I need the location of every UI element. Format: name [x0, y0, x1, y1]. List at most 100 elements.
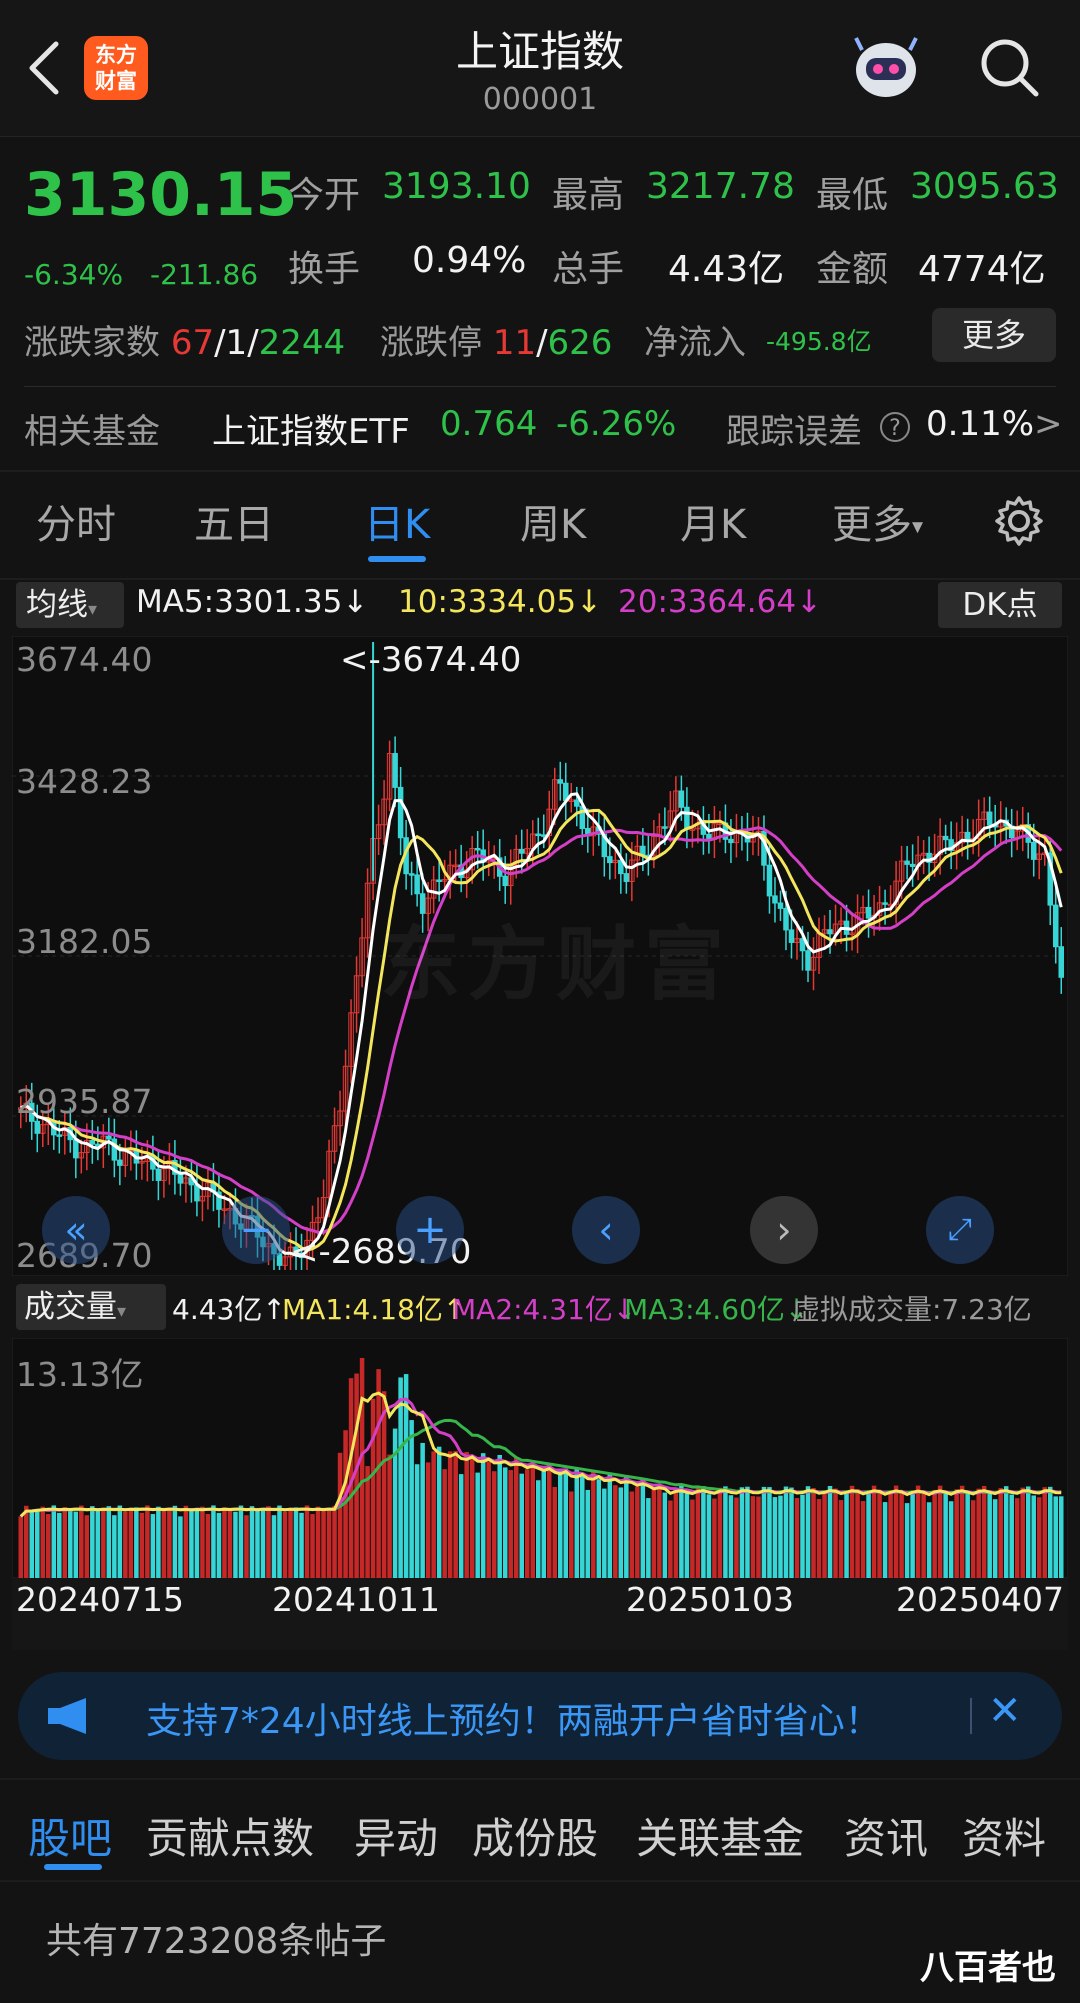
scroll-left-button[interactable]: ‹ — [572, 1196, 640, 1264]
volume-bar — [310, 1514, 315, 1578]
scroll-right-button[interactable]: › — [750, 1196, 818, 1264]
tab-constituents[interactable]: 成份股 — [472, 1805, 598, 1866]
tab-daily-k[interactable]: 日K — [364, 492, 430, 550]
tab-forum[interactable]: 股吧 — [28, 1805, 112, 1866]
tab-movement[interactable]: 异动 — [354, 1805, 438, 1866]
tab-five-day[interactable]: 五日 — [194, 492, 274, 550]
zoom-in-left-button[interactable]: − — [222, 1196, 290, 1264]
volume-bar — [139, 1512, 145, 1578]
separator: / — [214, 323, 226, 363]
more-quote-button[interactable]: 更多 — [932, 308, 1056, 362]
volume-bar — [57, 1512, 62, 1578]
tab-contribution[interactable]: 贡献点数 — [146, 1805, 314, 1866]
volume-bar — [1014, 1498, 1020, 1578]
volume-bar — [937, 1485, 943, 1578]
volume-bar — [904, 1503, 910, 1578]
volume-selector[interactable]: 成交量▾ — [16, 1284, 166, 1330]
candle — [942, 835, 949, 841]
volume-bar — [684, 1493, 690, 1578]
change-percent: -6.34% — [24, 258, 124, 291]
candle — [827, 929, 833, 935]
breadth-row: 涨跌家数 67/1/2244 — [24, 315, 345, 364]
volume-bar — [1031, 1495, 1036, 1578]
zoom-in-button[interactable]: + — [396, 1196, 464, 1264]
volume-bar — [563, 1468, 569, 1578]
tab-more[interactable]: 更多▾ — [832, 492, 923, 550]
volume-bar — [436, 1446, 442, 1578]
candle — [1030, 841, 1037, 860]
volume-bar — [161, 1508, 167, 1578]
volume-bar — [101, 1509, 106, 1578]
volume-bar — [1003, 1486, 1009, 1578]
volume-bar — [282, 1511, 288, 1578]
tab-monthly-k[interactable]: 月K — [680, 492, 746, 550]
volume-bar — [145, 1505, 150, 1578]
chevron-right-icon: › — [776, 1208, 792, 1252]
active-tab-indicator — [368, 556, 426, 562]
volume-bar — [915, 1485, 921, 1578]
volume-bar — [657, 1485, 662, 1578]
candle — [1052, 904, 1059, 948]
volume-bar — [359, 1358, 365, 1578]
tab-weekly-k[interactable]: 周K — [520, 492, 586, 550]
volume-bar — [486, 1461, 491, 1578]
candle — [964, 831, 971, 840]
candle — [766, 864, 773, 897]
volume-bar — [965, 1492, 970, 1578]
indicator-selector[interactable]: 均线▾ — [16, 582, 124, 628]
dk-point-button[interactable]: DK点 — [938, 582, 1062, 628]
volume-bar — [530, 1460, 535, 1578]
zoom-out-button[interactable]: « — [42, 1196, 110, 1264]
volume-bar — [277, 1505, 282, 1578]
fund-price: 0.764 — [440, 404, 538, 444]
volume-bar — [679, 1485, 684, 1578]
help-icon[interactable]: ? — [880, 412, 910, 442]
promo-banner[interactable]: 支持7*24小时线上预约！两融开户省时省心！ ✕ — [18, 1672, 1062, 1760]
limit-row: 涨跌停 11/626 — [380, 315, 612, 364]
banner-divider — [970, 1698, 972, 1734]
candle — [177, 1173, 184, 1184]
settings-button[interactable] — [992, 494, 1046, 548]
indicator-selector-label: 均线 — [26, 587, 88, 623]
related-fund-row[interactable]: 相关基金 上证指数ETF 0.764 -6.26% 跟踪误差 ? 0.11% > — [0, 392, 1080, 468]
volume-bar — [569, 1491, 574, 1578]
volume-bar — [326, 1510, 332, 1578]
candle — [783, 907, 789, 931]
volume-bar — [513, 1457, 519, 1578]
volume-bar — [387, 1454, 392, 1578]
volume-bar — [84, 1515, 90, 1578]
robot-assistant-icon[interactable] — [848, 32, 924, 108]
volume-bar — [668, 1500, 673, 1578]
volume-bar — [216, 1512, 222, 1578]
volume-bar — [1053, 1496, 1058, 1578]
volume-bar — [227, 1508, 233, 1578]
netflow-label: 净流入 — [644, 323, 746, 363]
volume-chart[interactable] — [12, 1338, 1068, 1578]
volume-bar — [706, 1494, 712, 1578]
volume-bar — [150, 1514, 156, 1578]
tab-profile[interactable]: 资料 — [962, 1805, 1046, 1866]
volume-bar — [750, 1496, 756, 1578]
tab-intraday[interactable]: 分时 — [36, 492, 116, 550]
volume-bar — [315, 1506, 321, 1578]
tab-related-funds[interactable]: 关联基金 — [636, 1805, 804, 1866]
ma5-value: MA5:3301.35↓ — [136, 584, 369, 620]
high-label: 最高 — [552, 175, 625, 216]
volume-bar — [761, 1486, 767, 1578]
fullscreen-button[interactable]: ⤢ — [926, 1196, 994, 1264]
volume-bar — [112, 1515, 117, 1578]
candle — [557, 779, 564, 784]
candle — [788, 929, 795, 943]
volume-bar — [728, 1495, 734, 1578]
turnover-label: 换手 — [288, 249, 361, 290]
search-button[interactable] — [978, 36, 1042, 100]
volume-bar — [502, 1467, 508, 1578]
tab-news[interactable]: 资讯 — [844, 1805, 928, 1866]
vol-ma1: MA1:4.18亿↑ — [282, 1293, 467, 1326]
volume-bar — [844, 1492, 849, 1578]
header-bar: 东方 财富 上证指数 000001 — [0, 0, 1080, 137]
close-icon[interactable]: ✕ — [988, 1688, 1022, 1734]
fund-change: -6.26% — [556, 404, 677, 444]
volume-bar — [255, 1509, 260, 1578]
volume-bar — [51, 1505, 57, 1578]
